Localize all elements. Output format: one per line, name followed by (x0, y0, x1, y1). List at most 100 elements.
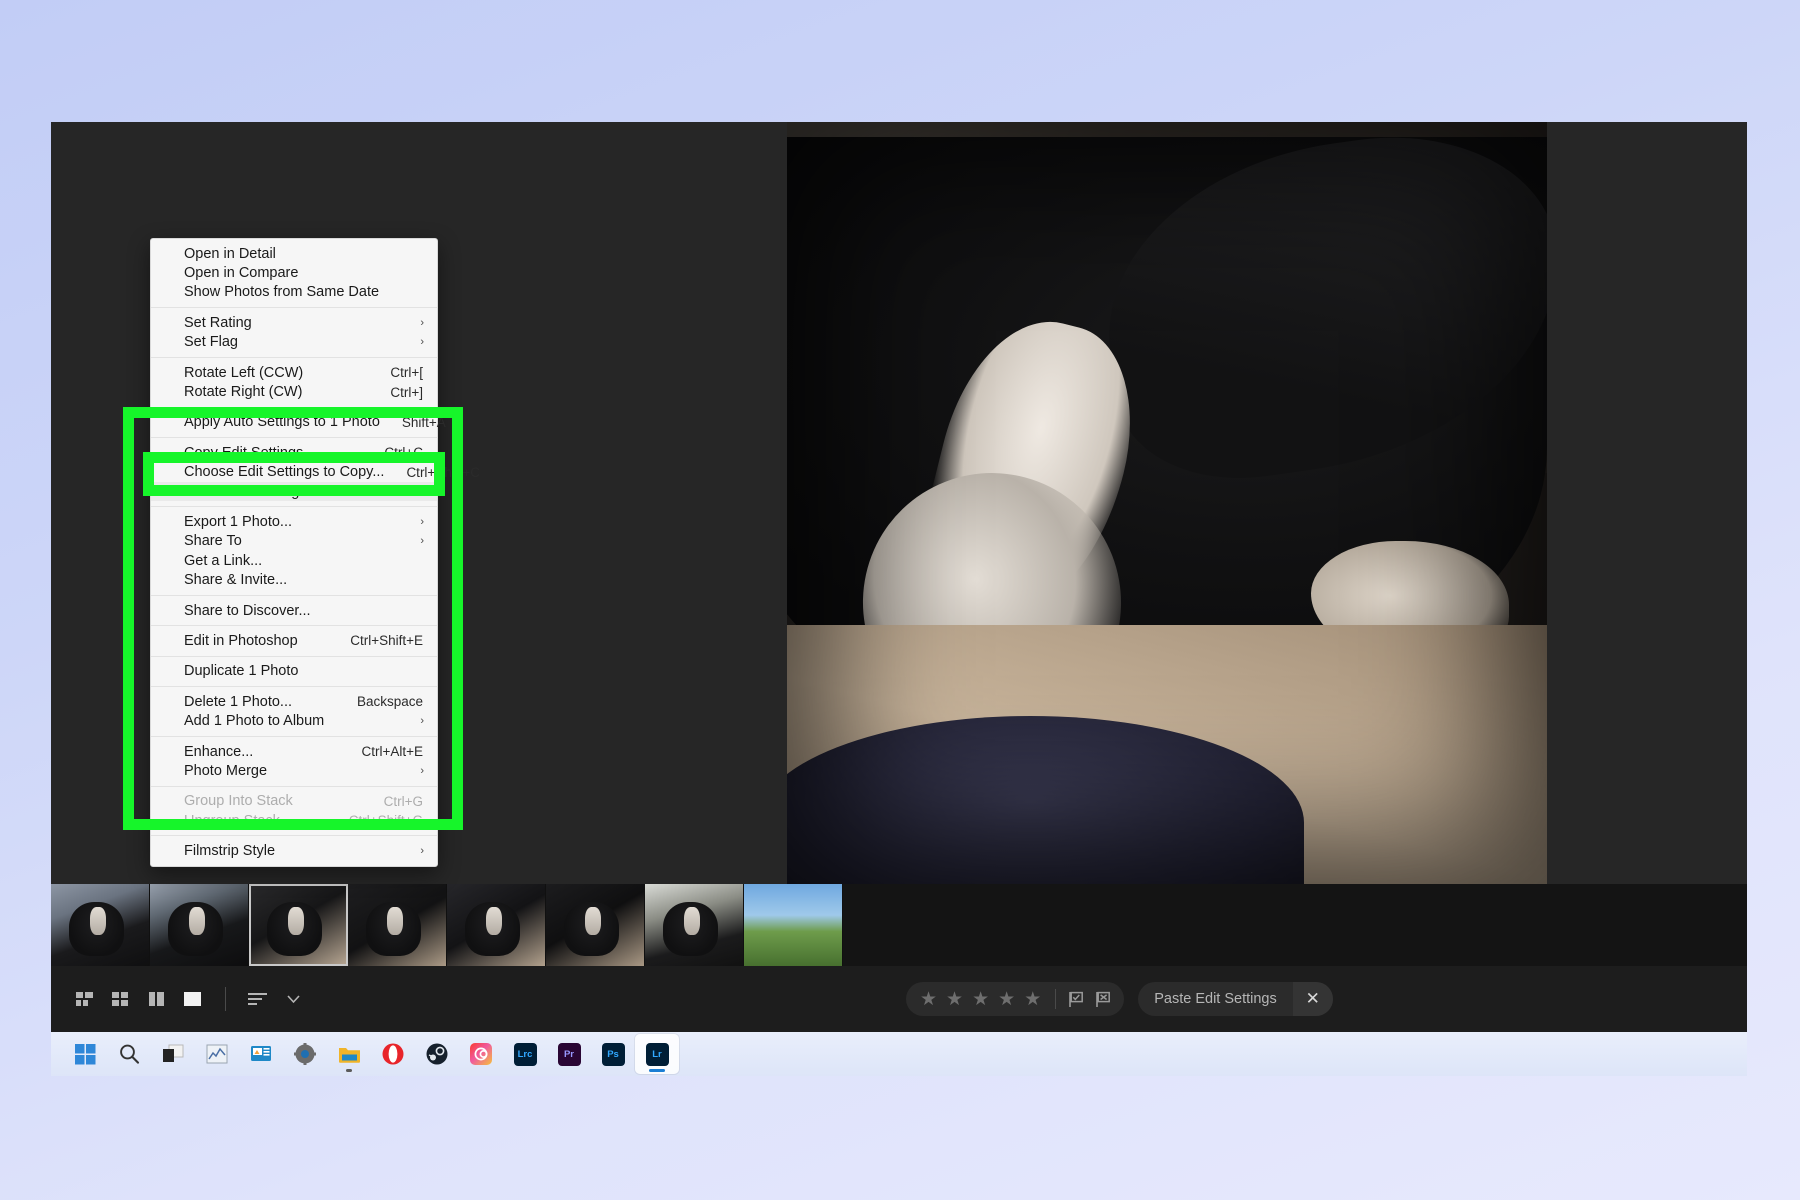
menu-separator (151, 835, 437, 836)
menu-separator (151, 357, 437, 358)
menu-item-group-into-stack: Group Into StackCtrl+G (151, 792, 437, 811)
app-badge: Lr (646, 1043, 669, 1066)
menu-item-label: Share To (184, 533, 423, 549)
flag-rejected-icon[interactable] (1095, 991, 1112, 1008)
photo-context-menu[interactable]: Open in Detail Open in Compare Show Photos… (150, 238, 438, 867)
menu-item-edit-in-photoshop[interactable]: Edit in PhotoshopCtrl+Shift+E (151, 631, 437, 650)
menu-item-apply-auto-settings-to-1-photo[interactable]: Apply Auto Settings to 1 PhotoShift+A (151, 413, 437, 432)
menu-item-delete-1-photo[interactable]: Delete 1 Photo...Backspace (151, 692, 437, 711)
filmstrip-thumbnail[interactable] (249, 884, 348, 966)
filmstrip-thumbnail[interactable] (447, 884, 546, 966)
filmstrip-thumbnail[interactable] (150, 884, 249, 966)
menu-item-shortcut: Ctrl+Shift+G (327, 813, 423, 828)
filmstrip-thumbnail[interactable] (744, 884, 843, 966)
menu-item-shortcut: Ctrl+Alt+E (339, 744, 423, 759)
menu-item-label: Get a Link... (184, 553, 423, 569)
menu-item-shortcut: Ctrl+V (363, 484, 423, 499)
star-rating[interactable]: ★ ★ ★ ★ ★ (906, 990, 1055, 1009)
menu-item-label: Add 1 Photo to Album (184, 713, 423, 729)
chart-app[interactable] (195, 1034, 239, 1074)
menu-item-export-1-photo[interactable]: Export 1 Photo...› (151, 512, 437, 531)
menu-item-set-flag[interactable]: Set Flag› (151, 333, 437, 352)
photo-vignette (787, 122, 1547, 884)
star-3[interactable]: ★ (972, 990, 989, 1009)
menu-item-get-a-link[interactable]: Get a Link... (151, 551, 437, 570)
toolbar-actions: ★ ★ ★ ★ ★ Paste Edit Settings (906, 982, 1333, 1016)
menu-item-copy-edit-settings[interactable]: Copy Edit SettingsCtrl+C (151, 443, 437, 462)
menu-item-rotate-right-cw[interactable]: Rotate Right (CW)Ctrl+] (151, 382, 437, 401)
steam-app[interactable] (415, 1034, 459, 1074)
lightroom-classic[interactable]: Lrc (503, 1034, 547, 1074)
menu-item-open-in-compare[interactable]: Open in Compare (151, 263, 437, 282)
windows-taskbar[interactable]: LrcPrPs Lr (51, 1032, 1747, 1076)
filmstrip-thumbnail[interactable] (546, 884, 645, 966)
creative-cloud[interactable] (459, 1034, 503, 1074)
menu-item-label: Show Photos from Same Date (184, 284, 423, 300)
menu-item-rotate-left-ccw[interactable]: Rotate Left (CCW)Ctrl+[ (151, 363, 437, 382)
menu-item-shortcut: Ctrl+G (362, 794, 423, 809)
menu-separator (151, 595, 437, 596)
star-2[interactable]: ★ (946, 990, 963, 1009)
flag-buttons (1056, 991, 1124, 1008)
menu-separator (151, 407, 437, 408)
menu-item-add-1-photo-to-album[interactable]: Add 1 Photo to Album› (151, 711, 437, 730)
menu-item-label: Share & Invite... (184, 572, 423, 588)
photoshop[interactable]: Ps (591, 1034, 635, 1074)
compare-view-icon[interactable] (139, 982, 173, 1016)
menu-item-show-photos-from-same-date[interactable]: Show Photos from Same Date (151, 283, 437, 302)
thumbnail-highlight (288, 907, 304, 935)
sort-icon[interactable] (240, 982, 274, 1016)
chevron-right-icon: › (420, 317, 424, 329)
menu-item-label: Duplicate 1 Photo (184, 663, 423, 679)
menu-item-filmstrip-style[interactable]: Filmstrip Style› (151, 841, 437, 860)
star-1[interactable]: ★ (920, 990, 937, 1009)
presentation-app[interactable] (239, 1034, 283, 1074)
task-view-button[interactable] (151, 1034, 195, 1074)
menu-item-photo-merge[interactable]: Photo Merge› (151, 761, 437, 780)
menu-item-share-to[interactable]: Share To› (151, 532, 437, 551)
lightroom[interactable]: Lr (635, 1034, 679, 1074)
flag-picked-icon[interactable] (1068, 991, 1085, 1008)
bottom-toolbar: ★ ★ ★ ★ ★ Paste Edit Settings (51, 966, 1747, 1032)
square-grid-view-icon[interactable] (103, 982, 137, 1016)
detail-view-icon[interactable] (175, 982, 209, 1016)
menu-item-duplicate-1-photo[interactable]: Duplicate 1 Photo (151, 662, 437, 681)
main-photo[interactable] (787, 122, 1547, 884)
menu-item-enhance[interactable]: Enhance...Ctrl+Alt+E (151, 742, 437, 761)
menu-item-label: Photo Merge (184, 763, 423, 779)
menu-separator (151, 736, 437, 737)
filmstrip[interactable] (51, 884, 1747, 966)
opera-browser[interactable] (371, 1034, 415, 1074)
menu-item-label: Paste Edit Settings (184, 484, 363, 500)
menu-item-set-rating[interactable]: Set Rating› (151, 313, 437, 332)
search-button[interactable] (107, 1034, 151, 1074)
filmstrip-thumbnail[interactable] (51, 884, 150, 966)
toolbar-divider (225, 987, 226, 1011)
premiere-pro[interactable]: Pr (547, 1034, 591, 1074)
running-indicator (649, 1069, 665, 1072)
menu-item-label: Rotate Left (CCW) (184, 365, 368, 381)
menu-separator (151, 307, 437, 308)
filmstrip-thumbnail[interactable] (645, 884, 744, 966)
menu-item-open-in-detail[interactable]: Open in Detail (151, 244, 437, 263)
chevron-down-icon[interactable] (276, 982, 310, 1016)
menu-item-label: Copy Edit Settings (184, 445, 362, 461)
settings-app[interactable] (283, 1034, 327, 1074)
close-icon[interactable]: ✕ (1293, 982, 1333, 1016)
menu-separator (151, 786, 437, 787)
filmstrip-thumbnail[interactable] (348, 884, 447, 966)
star-5[interactable]: ★ (1024, 990, 1041, 1009)
menu-item-choose-edit-settings-to-copy[interactable]: Choose Edit Settings to Copy...Ctrl+Shif… (151, 463, 437, 482)
menu-item-label: Delete 1 Photo... (184, 694, 335, 710)
grid-view-icon[interactable] (67, 982, 101, 1016)
file-explorer[interactable] (327, 1034, 371, 1074)
chevron-right-icon: › (420, 516, 424, 528)
start-button[interactable] (63, 1034, 107, 1074)
menu-item-paste-edit-settings[interactable]: Paste Edit SettingsCtrl+V (151, 482, 437, 501)
menu-item-share-to-discover[interactable]: Share to Discover... (151, 601, 437, 620)
paste-edit-settings-chip: Paste Edit Settings ✕ (1138, 982, 1333, 1016)
thumbnail-highlight (486, 907, 502, 935)
star-4[interactable]: ★ (998, 990, 1015, 1009)
menu-item-share-invite[interactable]: Share & Invite... (151, 570, 437, 589)
menu-item-label: Open in Compare (184, 265, 423, 281)
